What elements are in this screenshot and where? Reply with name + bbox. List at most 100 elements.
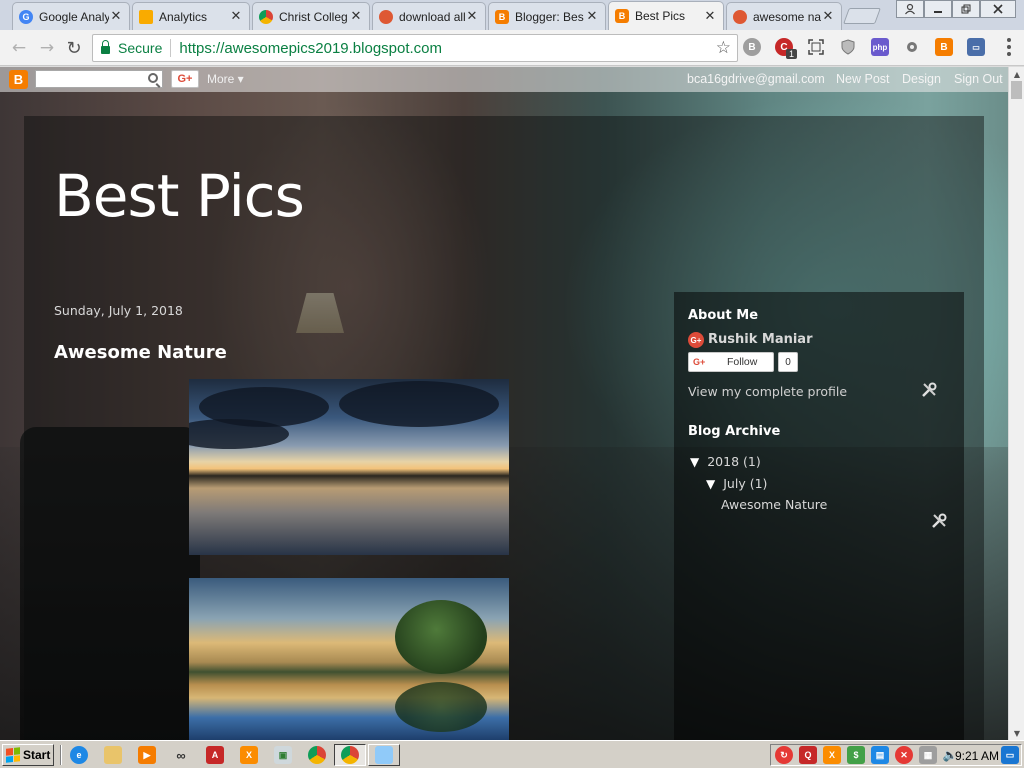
media-player-icon[interactable]: ▶ [138, 746, 156, 764]
reload-icon[interactable]: ↻ [63, 37, 85, 59]
search-icon[interactable] [148, 73, 158, 83]
close-icon[interactable]: ✕ [349, 9, 363, 24]
chrome-icon [341, 746, 359, 764]
scroll-down-arrow-icon[interactable]: ▼ [1009, 726, 1024, 740]
tree-shape [395, 600, 487, 674]
wrench-screwdriver-icon[interactable] [920, 381, 938, 399]
tab-google-analytics[interactable]: G Google Analy ✕ [12, 2, 130, 30]
post-title[interactable]: Awesome Nature [54, 342, 227, 363]
minimize-icon[interactable] [924, 0, 952, 18]
profile-name-link[interactable]: Rushik Maniar [708, 332, 813, 347]
taskbar-chrome-window[interactable] [334, 744, 366, 766]
close-icon[interactable]: ✕ [821, 9, 835, 24]
screenshot-extension-icon[interactable] [807, 38, 825, 56]
archive-year-count: (1) [743, 454, 761, 469]
new-post-link[interactable]: New Post [836, 72, 890, 86]
file-explorer-icon[interactable] [104, 746, 122, 764]
url-text[interactable]: https://awesomepics2019.blogspot.com [179, 40, 442, 57]
forward-icon[interactable]: → [36, 37, 58, 59]
sign-out-link[interactable]: Sign Out [954, 72, 1003, 86]
tray-q-icon[interactable]: Q [799, 746, 817, 764]
close-icon[interactable]: ✕ [229, 9, 243, 24]
archive-year-row[interactable]: ▼ 2018 (1) [690, 454, 761, 469]
tab-title: Best Pics [635, 9, 686, 23]
blog-content-wrapper: Best Pics Sunday, July 1, 2018 Awesome N… [24, 116, 984, 740]
archive-month[interactable]: July [723, 476, 745, 491]
blog-sidebar: About Me G+ Rushik Maniar G+ Follow 0 Vi… [674, 292, 964, 740]
tray-xampp-icon[interactable]: X [823, 746, 841, 764]
google-plus-icon: G+ [693, 357, 706, 367]
tray-security-icon[interactable]: ✕ [895, 746, 913, 764]
new-tab-button[interactable] [843, 8, 881, 24]
taskbar-divider [60, 745, 62, 765]
analytics-icon [139, 9, 153, 24]
page-scrollbar[interactable]: ▲ ▼ [1008, 67, 1024, 740]
settings-gear-icon[interactable] [903, 38, 921, 56]
url-host: awesomepics2019.blogspot.com [224, 39, 443, 57]
post-image-tree-reflection[interactable] [189, 578, 509, 740]
about-me-heading: About Me [688, 308, 759, 323]
close-icon[interactable]: ✕ [465, 9, 479, 24]
profile-icon[interactable] [896, 0, 924, 18]
scroll-up-arrow-icon[interactable]: ▲ [1009, 67, 1024, 81]
tray-network-status-icon[interactable]: ▦ [919, 746, 937, 764]
archive-year[interactable]: 2018 [707, 454, 739, 469]
design-link[interactable]: Design [902, 72, 941, 86]
tab-blogger-best[interactable]: B Blogger: Bes ✕ [488, 2, 606, 30]
blog-search-input[interactable] [35, 70, 163, 88]
browser-tab-strip: G Google Analy ✕ Analytics ✕ Christ Coll… [0, 0, 1024, 30]
tab-awesome-nature[interactable]: awesome na ✕ [726, 2, 842, 30]
close-icon[interactable]: ✕ [703, 9, 717, 24]
tab-title: Google Analy [39, 9, 109, 24]
taskbar-app-window[interactable] [368, 744, 400, 766]
collapse-triangle-icon[interactable]: ▼ [690, 455, 699, 469]
post-image-sunset-lake[interactable] [189, 379, 509, 555]
chrome-taskbar-icon[interactable] [308, 746, 326, 764]
tab-christ-college[interactable]: Christ Colleg ✕ [252, 2, 370, 30]
tab-download-all[interactable]: download all ✕ [372, 2, 486, 30]
url-scheme: https:// [179, 39, 225, 57]
php-extension-icon[interactable]: php [871, 38, 889, 56]
tab-title: awesome na [753, 9, 821, 24]
acrobat-reader-icon[interactable]: A [206, 746, 224, 764]
screen-extension-icon[interactable]: ▭ [967, 38, 985, 56]
infinity-app-icon[interactable]: ∞ [172, 746, 190, 764]
internet-explorer-icon[interactable]: e [70, 746, 88, 764]
start-button[interactable]: Start [2, 744, 54, 766]
follow-button[interactable]: G+ Follow [688, 352, 774, 372]
blogger-extension-icon[interactable]: B [935, 38, 953, 56]
user-email-link[interactable]: bca16gdrive@gmail.com [687, 72, 825, 86]
close-icon[interactable]: ✕ [585, 9, 599, 24]
more-menu-button[interactable]: More ▾ [207, 72, 244, 86]
back-icon[interactable]: ← [8, 37, 30, 59]
chrome-icon [259, 9, 273, 24]
browser-menu-icon[interactable] [1002, 38, 1016, 56]
cloud-shape [189, 419, 289, 449]
show-desktop-icon[interactable]: ▭ [1001, 746, 1019, 764]
close-window-icon[interactable] [980, 0, 1016, 18]
blogger-logo-icon[interactable]: B [9, 70, 28, 89]
taskbar-clock[interactable]: 9:21 AM [955, 749, 999, 763]
xampp-icon[interactable]: X [240, 746, 258, 764]
address-bar[interactable]: Secure https://awesomepics2019.blogspot.… [92, 34, 738, 62]
shield-extension-icon[interactable] [839, 38, 857, 56]
tab-best-pics[interactable]: B Best Pics ✕ [608, 1, 724, 30]
follow-label: Follow [727, 356, 758, 368]
tray-monitor-icon[interactable]: ▤ [871, 746, 889, 764]
extension-b-icon[interactable]: B [743, 38, 761, 56]
restore-icon[interactable] [952, 0, 980, 18]
collapse-triangle-icon[interactable]: ▼ [706, 477, 715, 491]
tray-app-icon[interactable]: ↻ [775, 746, 793, 764]
gplus-share-button[interactable]: G+ [171, 70, 199, 88]
view-profile-link[interactable]: View my complete profile [688, 384, 847, 399]
tab-analytics[interactable]: Analytics ✕ [132, 2, 250, 30]
app-box-icon[interactable]: ▣ [274, 746, 292, 764]
close-icon[interactable]: ✕ [109, 9, 123, 24]
archive-month-row[interactable]: ▼ July (1) [706, 476, 767, 491]
tray-network-icon[interactable]: $ [847, 746, 865, 764]
archive-post-link[interactable]: Awesome Nature [721, 497, 827, 512]
blog-title[interactable]: Best Pics [54, 162, 305, 230]
wrench-screwdriver-icon[interactable] [930, 512, 948, 530]
bookmark-star-icon[interactable]: ☆ [716, 38, 731, 58]
scroll-thumb[interactable] [1011, 81, 1022, 99]
